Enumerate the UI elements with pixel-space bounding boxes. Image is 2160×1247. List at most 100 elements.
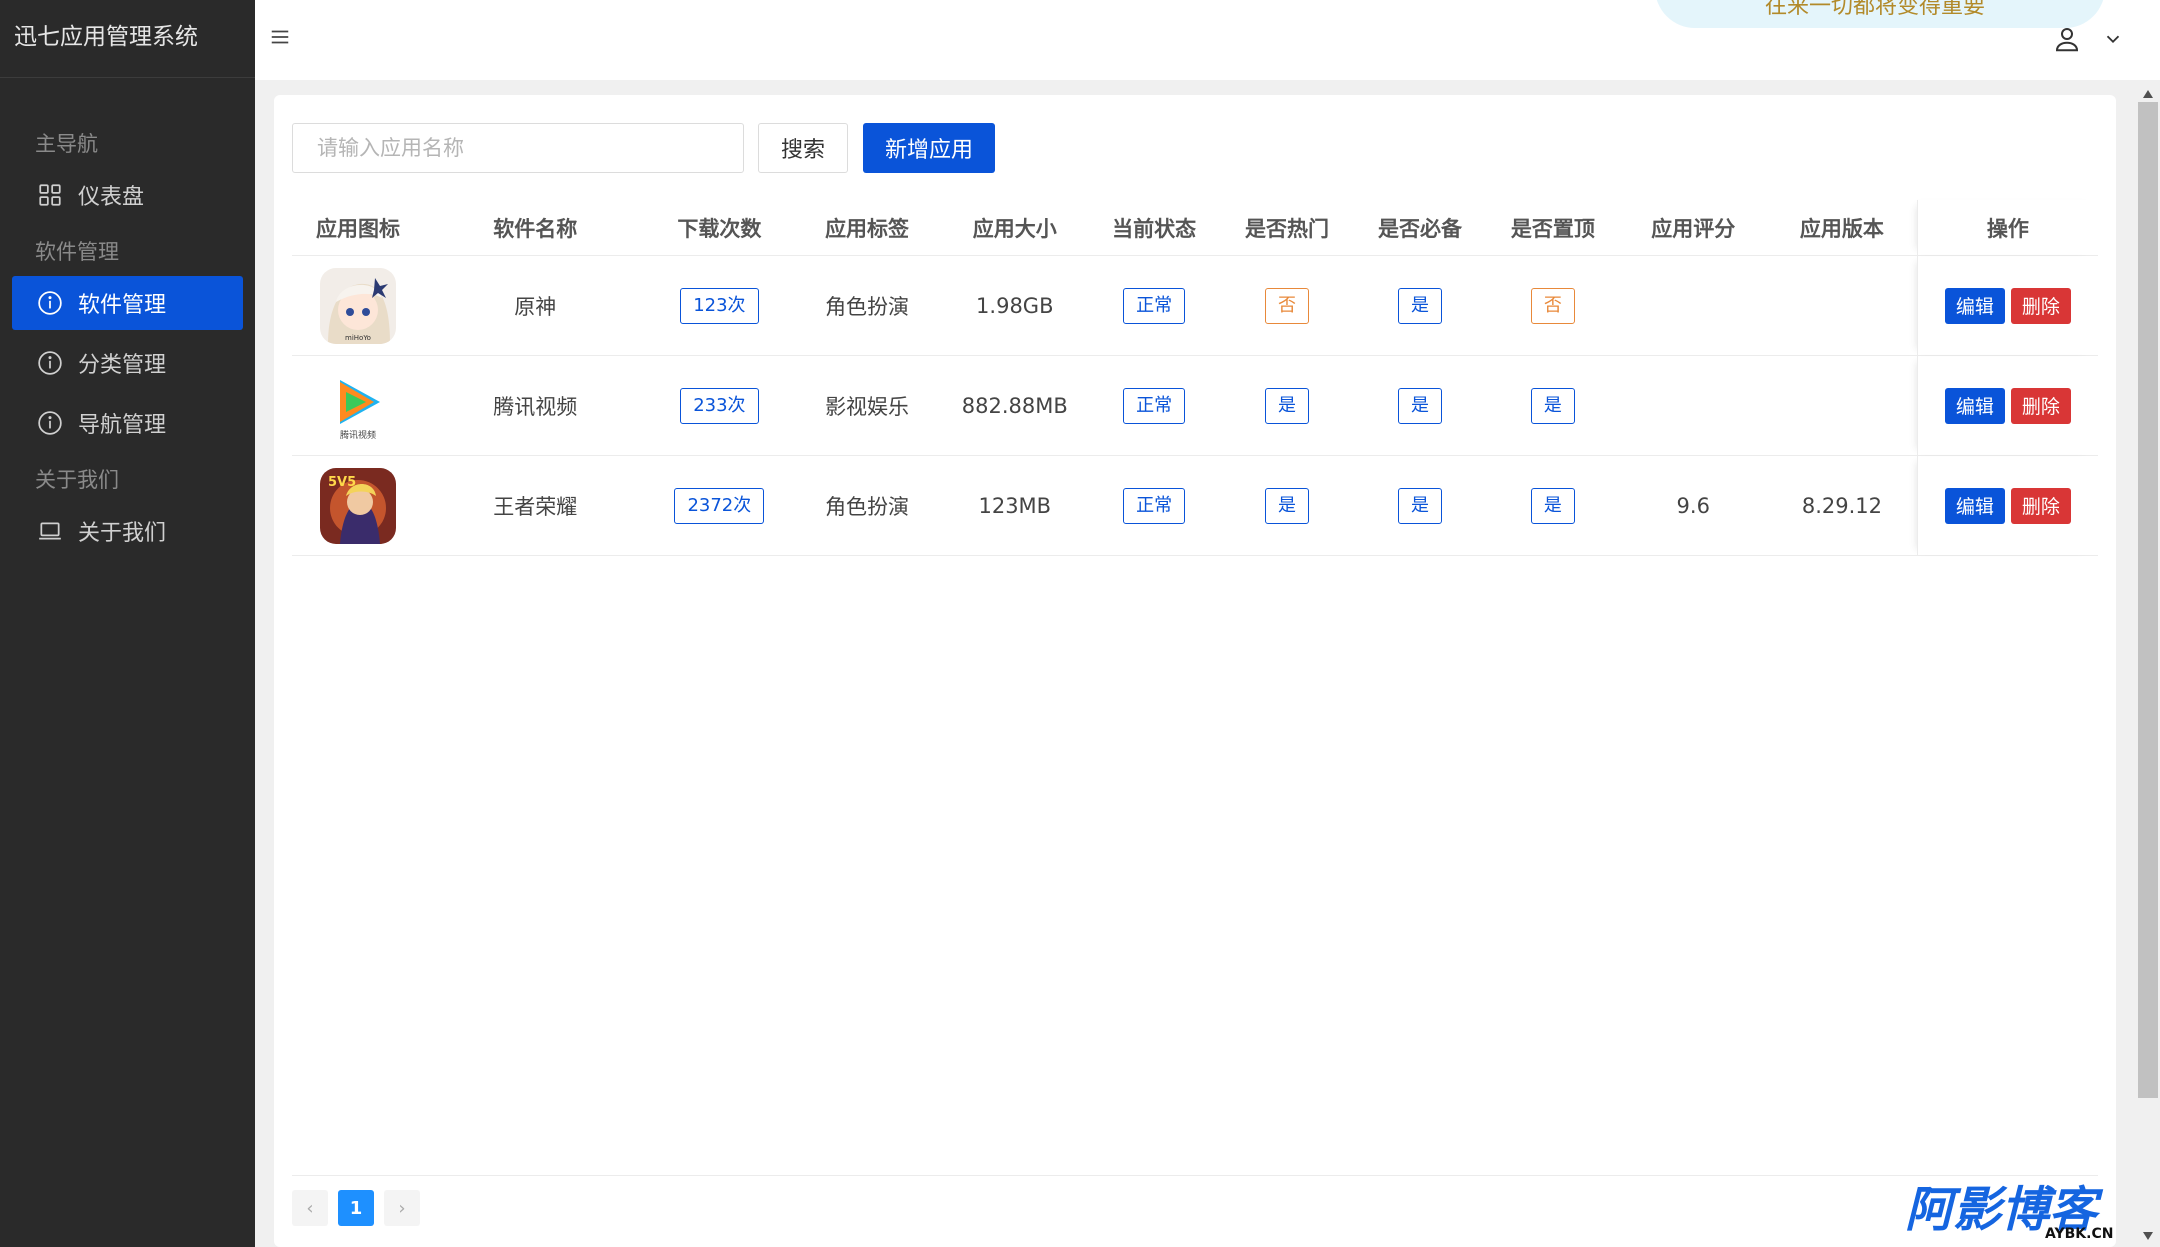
toolbar: 搜索 新增应用 bbox=[292, 123, 995, 173]
edit-button[interactable]: 编辑 bbox=[1944, 387, 2005, 424]
delete-button[interactable]: 删除 bbox=[2010, 287, 2071, 324]
app-rating: 9.6 bbox=[1676, 493, 1710, 518]
app-name: 原神 bbox=[514, 294, 557, 319]
app-tag: 角色扮演 bbox=[825, 494, 910, 519]
ops-cell: 编辑 删除 bbox=[1916, 456, 2098, 555]
app-rating bbox=[1619, 356, 1767, 455]
ops-cell: 编辑 删除 bbox=[1916, 256, 2098, 355]
banner-text: 往来一切都将变得重要 bbox=[1765, 0, 1986, 19]
watermark-sub: AYBK.CN bbox=[2045, 1226, 2113, 1240]
col-header: 是否热门 bbox=[1245, 216, 1330, 241]
state-cell: 正常 bbox=[1088, 256, 1221, 355]
downloads-tag: 2372次 bbox=[674, 487, 765, 524]
table-row: 5V5 王者荣耀 2372次 角色扮演 123MB 正常 是 是 是 9.6 8… bbox=[292, 456, 2098, 556]
must-tag: 是 bbox=[1397, 487, 1442, 524]
top-tag: 否 bbox=[1530, 287, 1575, 324]
user-icon[interactable] bbox=[2052, 24, 2082, 54]
page-button[interactable]: 1 bbox=[338, 1190, 374, 1226]
search-input[interactable] bbox=[292, 123, 744, 173]
col-header: 应用大小 bbox=[972, 216, 1057, 241]
hot-cell: 否 bbox=[1221, 256, 1354, 355]
add-app-button[interactable]: 新增应用 bbox=[863, 123, 995, 173]
hot-tag: 是 bbox=[1265, 487, 1310, 524]
app-size: 882.88MB bbox=[961, 393, 1068, 418]
app-title: 迅七应用管理系统 bbox=[0, 0, 255, 78]
scroll-down-arrow-icon[interactable] bbox=[2140, 1228, 2156, 1242]
col-header: 应用版本 bbox=[1799, 216, 1884, 241]
app-icon-cell: 5V5 bbox=[292, 456, 424, 555]
col-header: 应用标签 bbox=[825, 216, 910, 241]
downloads-tag: 233次 bbox=[680, 387, 759, 424]
sidebar-item-software[interactable]: 软件管理 bbox=[12, 276, 243, 330]
delete-button[interactable]: 删除 bbox=[2010, 487, 2071, 524]
top-header: 往来一切都将变得重要 bbox=[255, 0, 2160, 80]
chevron-down-icon[interactable] bbox=[2102, 28, 2124, 50]
hot-cell: 是 bbox=[1221, 456, 1354, 555]
col-header: 软件名称 bbox=[493, 216, 578, 241]
top-cell: 是 bbox=[1486, 356, 1619, 455]
nav-group-main: 主导航 bbox=[35, 132, 98, 156]
app-rating bbox=[1619, 256, 1767, 355]
sidebar-item-about[interactable]: 关于我们 bbox=[12, 504, 243, 558]
app-tag: 角色扮演 bbox=[825, 294, 910, 319]
table-row: miHoYo 原神 123次 角色扮演 1.98GB 正常 否 是 否 编辑 删… bbox=[292, 256, 2098, 356]
edit-button[interactable]: 编辑 bbox=[1944, 487, 2005, 524]
sidebar-item-label: 软件管理 bbox=[78, 293, 167, 318]
must-cell: 是 bbox=[1354, 456, 1487, 555]
info-circle-icon bbox=[36, 289, 64, 317]
app-version: 8.29.12 bbox=[1801, 493, 1882, 518]
must-tag: 是 bbox=[1397, 387, 1442, 424]
downloads-cell: 2372次 bbox=[647, 456, 793, 555]
hot-cell: 是 bbox=[1221, 356, 1354, 455]
menu-toggle-icon[interactable] bbox=[269, 26, 297, 54]
must-cell: 是 bbox=[1354, 256, 1487, 355]
honor-logo-text: 5V5 bbox=[328, 475, 356, 490]
genshin-logo-text: miHoYo bbox=[345, 334, 371, 342]
col-header: 应用图标 bbox=[315, 216, 400, 241]
sidebar-item-category[interactable]: 分类管理 bbox=[12, 336, 243, 390]
top-cell: 否 bbox=[1486, 256, 1619, 355]
ops-cell: 编辑 删除 bbox=[1916, 356, 2098, 455]
app-icon-cell: miHoYo bbox=[292, 256, 424, 355]
grid-icon bbox=[36, 181, 64, 209]
hot-tag: 否 bbox=[1265, 287, 1310, 324]
top-cell: 是 bbox=[1486, 456, 1619, 555]
info-circle-icon bbox=[36, 349, 64, 377]
delete-button[interactable]: 删除 bbox=[2010, 387, 2071, 424]
col-header: 下载次数 bbox=[677, 216, 762, 241]
prev-page-button[interactable]: ‹ bbox=[292, 1190, 328, 1226]
state-cell: 正常 bbox=[1088, 356, 1221, 455]
pagination: ‹ 1 › bbox=[292, 1190, 430, 1226]
top-tag: 是 bbox=[1530, 387, 1575, 424]
watermark: 阿影博客 AYBK.CN bbox=[1905, 1180, 2135, 1242]
table-header: 应用图标 软件名称 下载次数 应用标签 应用大小 当前状态 是否热门 是否必备 … bbox=[292, 200, 2098, 256]
search-button[interactable]: 搜索 bbox=[758, 123, 848, 173]
app-version bbox=[1767, 256, 1917, 355]
scroll-up-arrow-icon[interactable] bbox=[2140, 86, 2156, 100]
col-header: 操作 bbox=[1916, 200, 2098, 255]
sidebar-item-label: 关于我们 bbox=[78, 521, 167, 546]
tencent-logo-text: 腾讯视频 bbox=[340, 429, 376, 441]
downloads-cell: 233次 bbox=[647, 356, 793, 455]
edit-button[interactable]: 编辑 bbox=[1944, 287, 2005, 324]
nav-group-about: 关于我们 bbox=[35, 468, 119, 492]
sidebar: 迅七应用管理系统 主导航 仪表盘 软件管理 软件管理 分类管理 导航管理 关于我… bbox=[0, 0, 255, 1247]
app-icon-cell: 腾讯视频 bbox=[292, 356, 424, 455]
state-tag: 正常 bbox=[1123, 387, 1186, 424]
tencent-video-app-icon: 腾讯视频 bbox=[319, 367, 396, 444]
must-tag: 是 bbox=[1397, 287, 1442, 324]
honor-of-kings-app-icon: 5V5 bbox=[319, 467, 396, 544]
sidebar-item-label: 分类管理 bbox=[78, 353, 167, 378]
pagination-divider bbox=[292, 1175, 2098, 1176]
app-tag: 影视娱乐 bbox=[825, 394, 910, 419]
state-tag: 正常 bbox=[1123, 487, 1186, 524]
scrollbar-thumb[interactable] bbox=[2138, 102, 2158, 1098]
app-size: 123MB bbox=[978, 493, 1052, 518]
hot-tag: 是 bbox=[1265, 387, 1310, 424]
downloads-cell: 123次 bbox=[647, 256, 793, 355]
col-header: 应用评分 bbox=[1651, 216, 1736, 241]
sidebar-item-dashboard[interactable]: 仪表盘 bbox=[12, 168, 243, 222]
next-page-button[interactable]: › bbox=[384, 1190, 420, 1226]
top-tag: 是 bbox=[1530, 487, 1575, 524]
sidebar-item-navigation[interactable]: 导航管理 bbox=[12, 396, 243, 450]
